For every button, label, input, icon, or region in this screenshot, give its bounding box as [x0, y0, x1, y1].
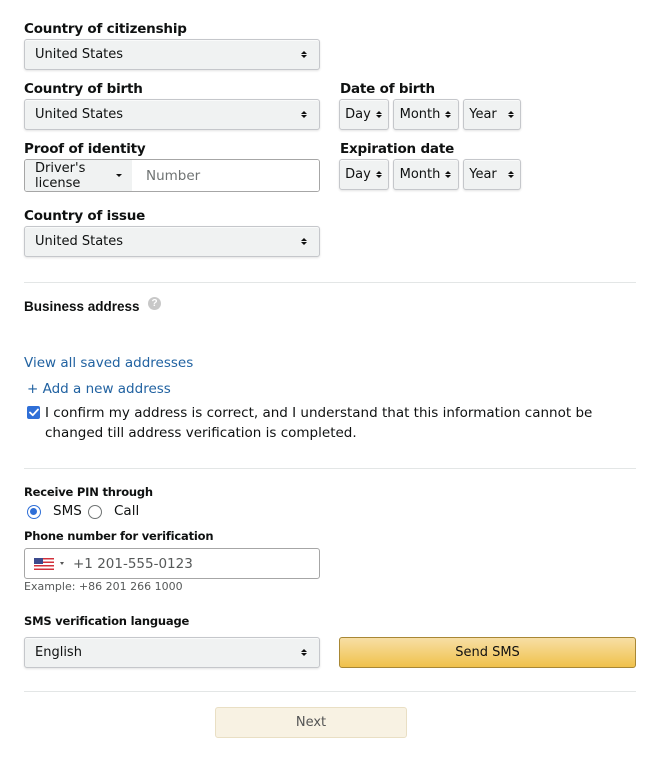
phone-label: Phone number for verification: [24, 529, 214, 543]
section-divider: [24, 468, 636, 469]
section-divider: [24, 282, 636, 283]
select-arrows-icon: [297, 50, 311, 59]
select-arrows-icon: [375, 170, 383, 179]
help-icon[interactable]: ?: [148, 297, 161, 310]
proof-type-value: Driver's license: [35, 160, 86, 191]
sms-language-value: English: [35, 645, 82, 660]
add-new-address-link[interactable]: + Add a new address: [27, 381, 171, 397]
issue-country-select[interactable]: United States: [24, 226, 320, 257]
select-arrows-icon: [297, 237, 311, 246]
dob-day-select[interactable]: Day: [339, 99, 389, 130]
citizenship-value: United States: [35, 47, 124, 62]
exp-day-value: Day: [345, 167, 371, 182]
dob-label: Date of birth: [340, 81, 435, 97]
proof-of-identity-group: Driver's license: [24, 159, 320, 192]
birth-country-select[interactable]: United States: [24, 99, 320, 130]
dob-month-select[interactable]: Month: [393, 99, 459, 130]
sms-language-select[interactable]: English: [24, 637, 320, 668]
next-button[interactable]: Next: [215, 707, 407, 738]
exp-year-select[interactable]: Year: [463, 159, 521, 190]
select-arrows-icon: [375, 110, 383, 119]
select-arrows-icon: [444, 170, 452, 179]
dob-year-select[interactable]: Year: [463, 99, 521, 130]
select-arrows-icon: [297, 110, 311, 119]
proof-label: Proof of identity: [24, 141, 146, 157]
section-divider: [24, 691, 636, 692]
business-address-title: Business address: [24, 299, 140, 314]
issue-country-value: United States: [35, 234, 124, 249]
exp-day-select[interactable]: Day: [339, 159, 389, 190]
exp-year-value: Year: [469, 167, 497, 182]
issue-country-label: Country of issue: [24, 208, 146, 224]
citizenship-select[interactable]: United States: [24, 39, 320, 70]
exp-month-select[interactable]: Month: [393, 159, 459, 190]
confirm-address-text: I confirm my address is correct, and I u…: [45, 405, 593, 441]
select-arrows-icon: [297, 648, 311, 657]
select-arrows-icon: [444, 110, 452, 119]
select-arrows-icon: [507, 170, 515, 179]
select-arrows-icon: [507, 110, 515, 119]
phone-number-input[interactable]: [64, 554, 319, 573]
dob-year-value: Year: [469, 107, 497, 122]
radio-sms-label: SMS: [53, 503, 82, 519]
phone-field-group: [24, 548, 320, 579]
us-flag-icon[interactable]: [34, 557, 54, 570]
confirm-address-checkbox[interactable]: [27, 406, 40, 419]
proof-type-dropdown[interactable]: Driver's license: [25, 160, 132, 191]
caret-down-icon: [116, 174, 122, 177]
receive-pin-label: Receive PIN through: [24, 485, 153, 499]
checkmark-icon: [28, 408, 39, 417]
id-number-input[interactable]: [132, 160, 319, 191]
radio-call-label: Call: [114, 503, 140, 519]
citizenship-label: Country of citizenship: [24, 21, 187, 37]
exp-month-value: Month: [399, 167, 441, 182]
dob-month-value: Month: [399, 107, 441, 122]
send-sms-button[interactable]: Send SMS: [339, 637, 636, 668]
view-saved-addresses-link[interactable]: View all saved addresses: [24, 355, 193, 371]
sms-language-label: SMS verification language: [24, 614, 190, 628]
dob-day-value: Day: [345, 107, 371, 122]
phone-example-hint: Example: +86 201 266 1000: [24, 580, 183, 593]
birth-country-value: United States: [35, 107, 124, 122]
expiration-label: Expiration date: [340, 141, 455, 157]
birth-country-label: Country of birth: [24, 81, 143, 97]
radio-sms[interactable]: [27, 505, 41, 519]
radio-call[interactable]: [88, 505, 102, 519]
